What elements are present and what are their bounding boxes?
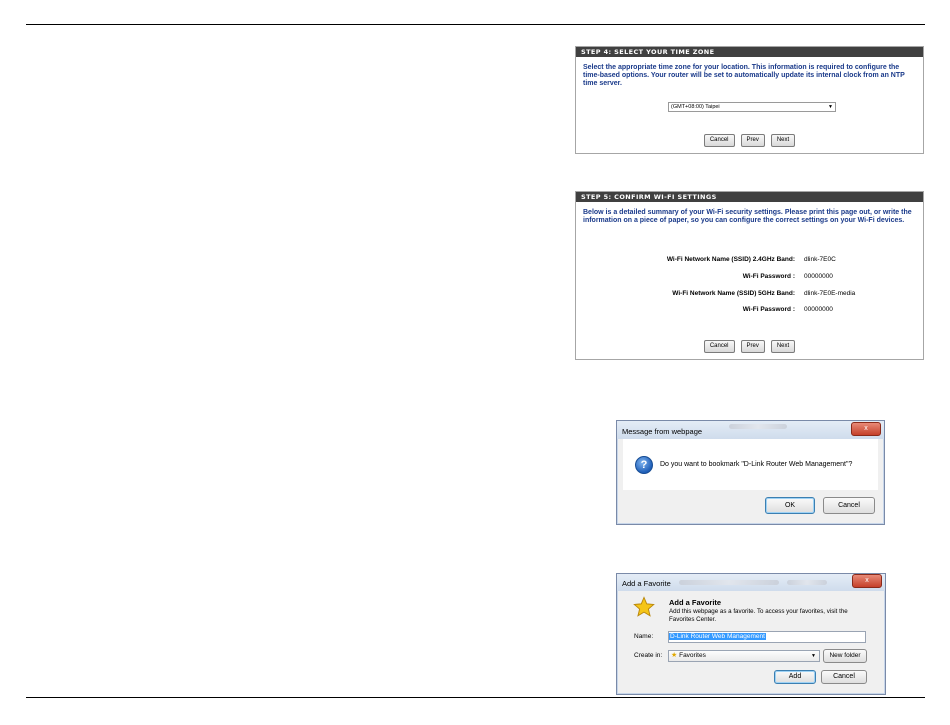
message-dialog-close-button[interactable]: x: [851, 422, 881, 436]
step4-prev-button[interactable]: Prev: [740, 134, 765, 147]
ssid-5-label: Wi-Fi Network Name (SSID) 5GHz Band:: [672, 290, 795, 297]
step5-description: Below is a detailed summary of your Wi-F…: [583, 209, 912, 224]
favorite-dialog-close-button[interactable]: x: [852, 574, 882, 588]
password-24-label: Wi-Fi Password :: [742, 273, 795, 280]
step5-next-button[interactable]: Next: [770, 340, 796, 353]
star-icon: [633, 596, 655, 617]
favorite-heading: Add a Favorite: [669, 598, 722, 607]
top-rule: [26, 24, 925, 25]
new-folder-button[interactable]: New folder: [823, 649, 867, 663]
chevron-down-icon: ▼: [811, 653, 816, 659]
step5-panel: STEP 5: CONFIRM WI-FI SETTINGS Below is …: [575, 191, 924, 360]
message-dialog-footer: OK Cancel: [623, 490, 878, 518]
step4-description: Select the appropriate time zone for you…: [583, 64, 905, 87]
blurred-background: [729, 424, 787, 429]
step4-panel: STEP 4: SELECT YOUR TIME ZONE Select the…: [575, 46, 924, 154]
blurred-background: [679, 580, 779, 585]
ssid-24-label: Wi-Fi Network Name (SSID) 2.4GHz Band:: [666, 256, 795, 263]
favorite-cancel-button[interactable]: Cancel: [821, 670, 867, 684]
timezone-value: (GMT+08:00) Taipei: [671, 104, 720, 110]
step4-cancel-button[interactable]: Cancel: [703, 134, 735, 147]
message-dialog-title: Message from webpage: [622, 427, 703, 436]
step4-button-row: Cancel Prev Next: [576, 134, 923, 147]
timezone-select[interactable]: (GMT+08:00) Taipei ▼: [668, 102, 836, 112]
blurred-background: [787, 580, 827, 585]
step5-button-row: Cancel Prev Next: [576, 340, 923, 353]
message-dialog-body: ? Do you want to bookmark "D-Link Router…: [623, 439, 878, 490]
message-text: Do you want to bookmark "D-Link Router W…: [660, 461, 853, 468]
step5-title: STEP 5: CONFIRM WI-FI SETTINGS: [576, 192, 923, 202]
question-icon: ?: [635, 456, 653, 474]
name-input-value: D-Link Router Web Management: [669, 633, 766, 640]
chevron-down-icon: ▼: [828, 104, 833, 110]
bottom-rule: [26, 697, 925, 698]
message-dialog: Message from webpage x ? Do you want to …: [616, 420, 885, 525]
step5-prev-button[interactable]: Prev: [740, 340, 765, 353]
folder-star-icon: ★: [671, 652, 678, 659]
message-cancel-button[interactable]: Cancel: [823, 497, 875, 514]
create-in-label: Create in:: [634, 652, 663, 659]
password-5-label: Wi-Fi Password :: [742, 306, 795, 313]
step4-title: STEP 4: SELECT YOUR TIME ZONE: [576, 47, 923, 57]
name-label: Name:: [634, 633, 654, 640]
create-in-value: Favorites: [679, 652, 706, 659]
favorite-subtext: Add this webpage as a favorite. To acces…: [669, 608, 848, 623]
step4-next-button[interactable]: Next: [770, 134, 796, 147]
password-24-value: 00000000: [804, 273, 833, 280]
password-5-value: 00000000: [804, 306, 833, 313]
add-button[interactable]: Add: [774, 670, 816, 684]
step5-cancel-button[interactable]: Cancel: [703, 340, 735, 353]
ssid-24-value: dlink-7E0C: [804, 256, 836, 263]
name-input[interactable]: D-Link Router Web Management: [668, 631, 866, 643]
favorite-dialog: Add a Favorite x Add a Favorite Add this…: [616, 573, 886, 695]
ssid-5-value: dlink-7E0E-media: [804, 290, 856, 297]
ok-button[interactable]: OK: [765, 497, 815, 514]
create-in-select[interactable]: ★ Favorites ▼: [668, 650, 820, 662]
favorite-dialog-title: Add a Favorite: [622, 579, 671, 588]
